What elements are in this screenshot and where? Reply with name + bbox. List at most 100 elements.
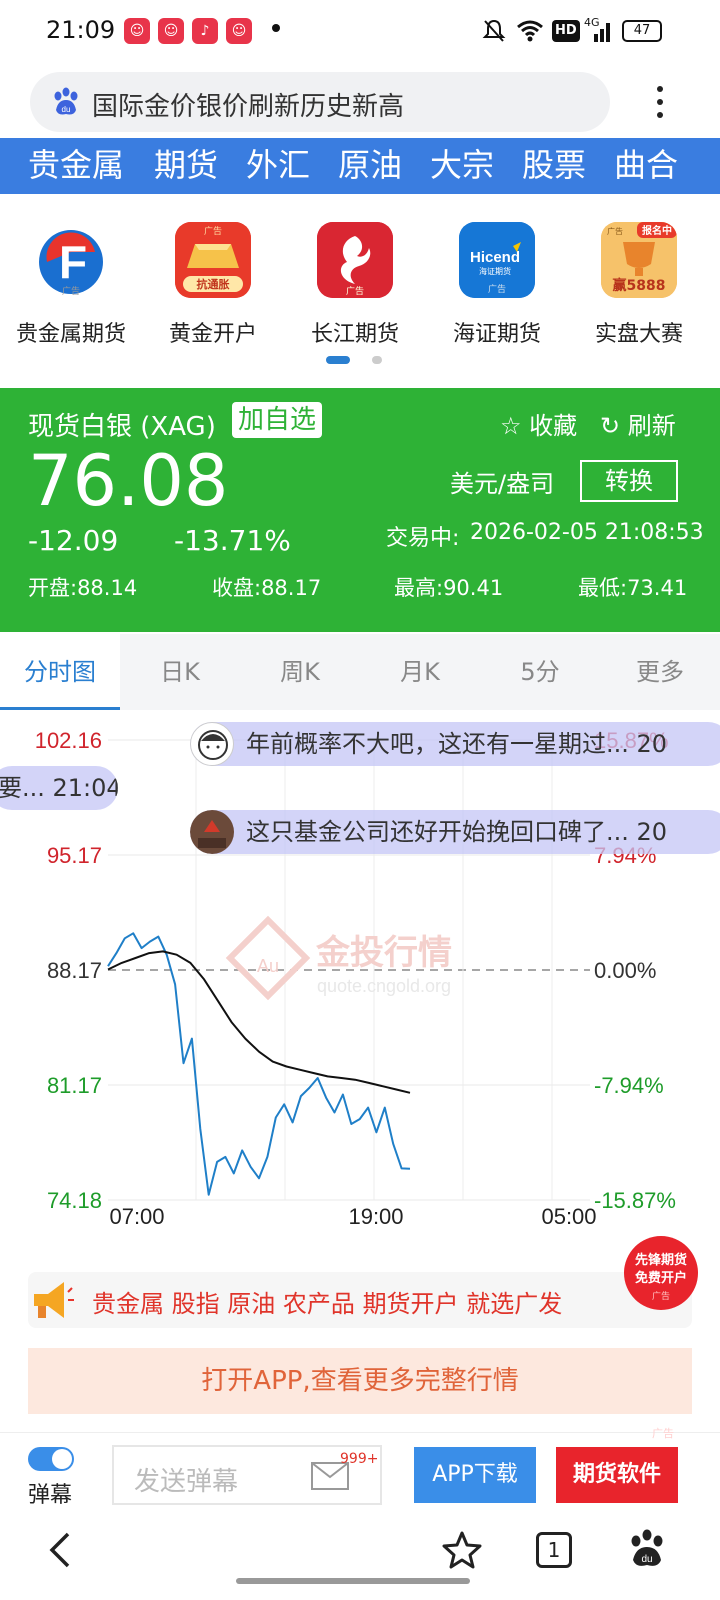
tab-daily[interactable]: 日K [120,634,240,710]
toggle-knob [52,1449,72,1469]
ad-label: 广告 [652,1427,674,1440]
battery-level: 47 [633,23,651,38]
category-item[interactable]: 大宗 [430,140,494,186]
star-bookmark-icon[interactable] [442,1530,482,1570]
futures-software-label: 期货软件 [572,1462,661,1487]
wifi-icon [517,20,543,42]
xiaohongshu-icon: ☺ [158,18,184,44]
ad-badge-line: 免费开户 [634,1271,687,1286]
tab-more[interactable]: 更多 [600,634,720,710]
refresh-icon: ↻ [600,412,621,440]
current-price: 76.08 [28,440,229,522]
ad-label: 广告 [651,1292,670,1302]
ad-item: 就选广发 [466,1290,563,1318]
xiaohongshu-icon: ☺ [124,18,150,44]
status-bar: 21:09 ☺ ☺ ♪ ☺ HD 4G 47 [0,0,720,64]
mute-icon [482,19,506,42]
ad-label: 广告 [204,225,222,237]
dot-icon [272,24,280,32]
signal-icon [594,23,610,42]
ad-banner[interactable]: 贵金属 股指 原油 农产品 期货开户 就选广发 先锋期货 免费开户 广告 [28,1236,698,1328]
add-watchlist-button[interactable]: 加自选 [232,402,323,438]
ad-item: 原油 [227,1290,276,1318]
danmu-bubble[interactable]: 年前概率不大吧，这还有一星期过... 20 [190,722,720,766]
hd-icon: HD [552,20,580,42]
tab-5min[interactable]: 5分 [480,634,600,710]
refresh-button[interactable]: ↻ 刷新 [600,406,676,441]
status-time: 21:09 [46,16,116,44]
pager-dot-active [326,356,350,364]
category-item[interactable]: 股票 [522,140,586,186]
ting-icon: ♪ [192,18,218,44]
tab-monthly[interactable]: 月K [360,634,480,710]
svg-text:Au: Au [257,956,279,976]
browser-nav-bar: 1 du [0,1512,720,1600]
app-download-button[interactable]: APP下载 [414,1447,536,1503]
cartoon-avatar-icon [190,722,234,766]
convert-button[interactable]: 转换 [580,460,678,502]
tab-count: 1 [547,1538,561,1562]
home-indicator [236,1578,470,1584]
tab-weekly[interactable]: 周K [240,634,360,710]
logo-text: Hicend [470,249,520,266]
ad-label: 广告 [346,285,364,297]
more-vertical-icon[interactable] [652,84,668,120]
y-tick-label: 74.18 [47,1188,102,1213]
category-item[interactable]: 曲合 [614,140,678,186]
ad-badge-line: 先锋期货 [634,1253,687,1268]
intraday-chart[interactable]: Au 金投行情 quote.cngold.org 102.1615.87%95.… [0,710,720,1270]
danmu-text: 年前概率不大吧，这还有一星期过... 20 [246,730,668,758]
app-label: 长江期货 [310,322,399,347]
back-arrow-icon[interactable] [44,1530,76,1570]
x-tick-label: 19:00 [348,1204,403,1229]
trading-status: 交易中: [386,526,460,551]
danmu-input[interactable]: 发送弹幕 999+ [112,1445,382,1505]
pager-dot [372,356,382,364]
phoenix-logo-icon: 广告 [317,222,393,298]
guangfa-logo-icon: F 广告 [33,222,109,298]
app-label: 贵金属期货 [15,322,126,347]
quote-timestamp: 2026-02-05 21:08:53 [470,520,704,545]
y-tick-label: 88.17 [47,958,102,983]
search-bar[interactable]: du 国际金价银价刷新历史新高 [30,72,610,132]
tabs-count-button[interactable]: 1 [536,1532,572,1568]
app-badge: 报名中 [642,224,672,237]
hicend-logo-icon: Hicend 海证期货 广告 [459,222,535,298]
low-price: 最低:73.41 [578,576,688,600]
favorite-button[interactable]: ☆ 收藏 [500,406,577,441]
ad-label: 广告 [62,285,80,297]
category-item[interactable]: 贵金属 [28,140,124,186]
svg-text:du: du [62,105,71,114]
category-item[interactable]: 期货 [154,140,218,186]
ad-item: 股指 [171,1290,220,1318]
watermark-url: quote.cngold.org [317,976,451,996]
ad-text: 贵金属 股指 原油 农产品 期货开户 就选广发 [92,1284,562,1319]
danmu-bubble[interactable]: 这只基金公司还好开始挽回口碑了... 20 [190,810,720,854]
xiaohongshu-icon: ☺ [226,18,252,44]
trophy-icon: 报名中 赢5888 广告 [601,222,677,298]
watermark-text: 金投行情 [315,933,452,973]
futures-software-button[interactable]: 期货软件 广告 [556,1427,678,1503]
danmu-bubble[interactable]: 要... 21:04 [0,766,118,810]
app-guangfa[interactable]: F 广告 贵金属期货 [6,222,136,348]
price-change-pct: -13.71% [174,524,291,557]
danmu-toggle[interactable] [28,1447,74,1471]
category-item[interactable]: 外汇 [246,140,310,186]
baidu-paw-icon: du [54,87,78,115]
message-count: 999+ [340,1451,379,1467]
danmu-input-placeholder: 发送弹幕 [134,1467,239,1497]
app-hicend[interactable]: Hicend 海证期货 广告 海证期货 [432,222,562,348]
app-changjiang[interactable]: 广告 长江期货 [290,222,420,348]
bottom-toolbar: 弹幕 发送弹幕 999+ APP下载 期货软件 广告 [0,1427,720,1522]
ad-badge[interactable]: 先锋期货 免费开户 广告 [624,1236,698,1310]
category-bar: 贵金属 期货 外汇 原油 大宗 股票 曲合 [0,138,720,194]
category-item[interactable]: 原油 [338,140,402,186]
baidu-paw-icon[interactable]: du [626,1528,668,1570]
app-gold-account[interactable]: 抗通胀 广告 黄金开户 [148,222,278,348]
tab-intraday[interactable]: 分时图 [0,634,120,710]
open-app-button[interactable]: 打开APP,查看更多完整行情 [28,1348,692,1414]
svg-text:du: du [641,1554,652,1565]
danmu-text: 这只基金公司还好开始挽回口碑了... 20 [246,818,668,846]
y-tick-label: 95.17 [47,843,102,868]
app-contest[interactable]: 报名中 赢5888 广告 实盘大赛 [574,222,704,348]
